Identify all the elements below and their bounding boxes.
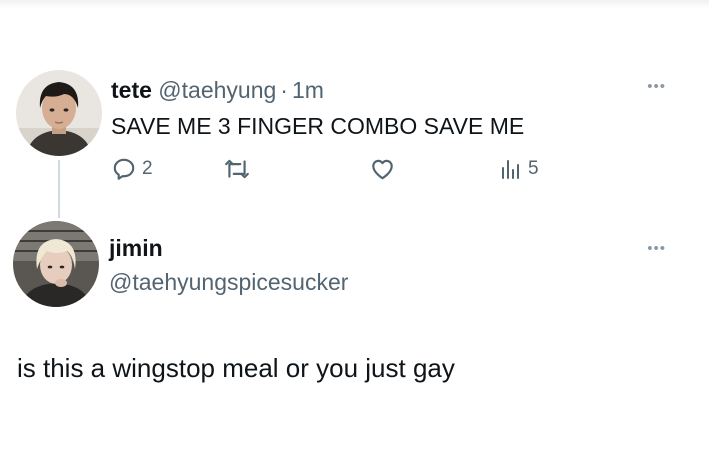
views-count: 5	[528, 158, 539, 179]
separator: ·	[280, 77, 288, 103]
timestamp[interactable]: 1m	[292, 77, 324, 103]
retweet-button[interactable]	[223, 154, 256, 184]
more-horizontal-icon[interactable]: •••	[647, 78, 666, 95]
tweet-text: SAVE ME 3 FINGER COMBO SAVE ME	[111, 113, 525, 139]
like-button[interactable]	[369, 154, 401, 184]
reply-icon	[111, 156, 137, 182]
tweet-jimin[interactable]: ••• jimin @taehyungspicesucker is this a…	[0, 218, 709, 438]
views-button[interactable]: 5	[499, 154, 539, 184]
tweet-taehyung[interactable]: tete @taehyung · 1m ••• SAVE ME 3 FINGER C…	[0, 68, 709, 218]
author-handle[interactable]: @taehyung	[158, 77, 276, 103]
tweet-text: is this a wingstop meal or you just gay	[17, 353, 455, 383]
heart-icon	[369, 156, 396, 182]
tweet-header: tete @taehyung · 1m	[111, 76, 324, 104]
avatar[interactable]	[13, 221, 99, 307]
top-edge	[0, 0, 709, 8]
retweet-icon	[223, 156, 251, 182]
author-name[interactable]: tete	[111, 77, 152, 103]
reply-button[interactable]: 2	[111, 154, 153, 184]
tweet-actions: 2 5	[111, 154, 571, 184]
more-horizontal-icon[interactable]: •••	[647, 240, 666, 257]
reply-count: 2	[142, 158, 153, 179]
views-chart-icon	[499, 156, 523, 182]
thread-connector	[58, 160, 60, 218]
author-name[interactable]: jimin	[109, 234, 163, 262]
avatar[interactable]	[16, 70, 102, 156]
author-handle[interactable]: @taehyungspicesucker	[109, 268, 348, 296]
